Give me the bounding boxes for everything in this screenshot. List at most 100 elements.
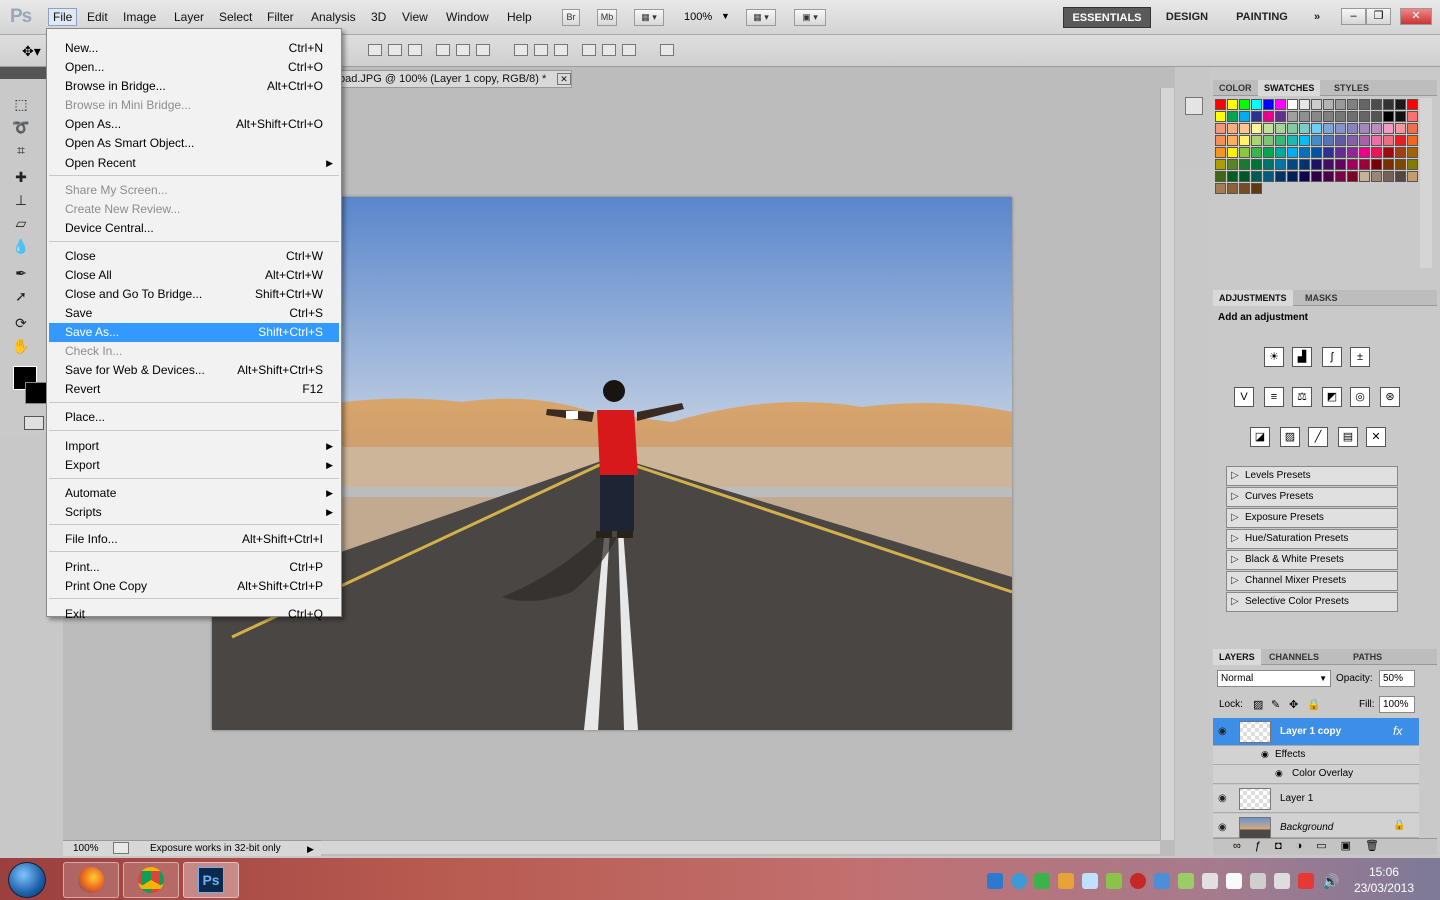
menu-image[interactable]: Image (119, 9, 160, 25)
close-window-button[interactable]: ✕ (1400, 8, 1432, 25)
workspace-essentials[interactable]: ESSENTIALS (1063, 7, 1151, 28)
color-swatch[interactable] (1335, 171, 1346, 182)
opacity-input[interactable]: 50% (1379, 670, 1415, 687)
tray-update-icon[interactable] (1106, 873, 1122, 889)
menu-layer[interactable]: Layer (170, 9, 208, 25)
posterize-icon[interactable]: ▨ (1280, 427, 1300, 447)
color-swatch[interactable] (1347, 171, 1358, 182)
color-swatch[interactable] (1407, 111, 1418, 122)
color-swatch[interactable] (1275, 147, 1286, 158)
color-swatch[interactable] (1251, 159, 1262, 170)
file-menu-item[interactable]: New... Ctrl+N (49, 39, 339, 58)
fill-input[interactable]: 100% (1379, 696, 1415, 713)
color-swatch[interactable] (1383, 159, 1394, 170)
photo-filter-icon[interactable]: ◎ (1350, 387, 1370, 407)
menu-file[interactable]: File (48, 8, 78, 26)
color-swatch[interactable] (1251, 171, 1262, 182)
color-swatch[interactable] (1215, 123, 1226, 134)
marquee-tool-icon[interactable]: ⬚ (11, 95, 31, 113)
selective-color-icon[interactable]: ✕ (1366, 427, 1386, 447)
color-swatch[interactable] (1371, 135, 1382, 146)
color-swatch[interactable] (1395, 123, 1406, 134)
color-swatch[interactable] (1215, 99, 1226, 110)
history-panel-icon[interactable] (1185, 97, 1203, 115)
color-swatch[interactable] (1287, 147, 1298, 158)
align-bottom-icon[interactable] (408, 44, 422, 56)
lock-paint-icon[interactable]: ✎ (1271, 698, 1280, 711)
color-swatch[interactable] (1275, 99, 1286, 110)
color-swatch[interactable] (1227, 147, 1238, 158)
levels-icon[interactable]: ▟ (1292, 347, 1312, 367)
color-swatch[interactable] (1323, 159, 1334, 170)
color-swatch[interactable] (1407, 123, 1418, 134)
color-swatch[interactable] (1335, 123, 1346, 134)
color-swatch[interactable] (1275, 135, 1286, 146)
black-white-icon[interactable]: ◩ (1322, 387, 1342, 407)
file-menu-item[interactable]: Device Central... (49, 219, 339, 238)
quick-mask-icon[interactable] (24, 416, 44, 430)
layer-effects-row[interactable]: ◉ Effects (1213, 746, 1419, 765)
tray-flag-icon[interactable] (1226, 873, 1242, 889)
blend-mode-select[interactable]: Normal ▼ (1217, 670, 1331, 687)
color-swatch[interactable] (1239, 99, 1250, 110)
color-swatch[interactable] (1263, 147, 1274, 158)
color-swatch[interactable] (1263, 159, 1274, 170)
bridge-button[interactable]: Br (562, 9, 580, 26)
status-menu-arrow-icon[interactable]: ▶ (307, 842, 314, 856)
file-menu-item[interactable]: Export ▶ (49, 456, 339, 475)
file-menu-item[interactable]: Import ▶ (49, 437, 339, 456)
file-menu-item[interactable]: Automate ▶ (49, 484, 339, 503)
color-swatch[interactable] (1239, 171, 1250, 182)
color-swatch[interactable] (1395, 171, 1406, 182)
color-swatch[interactable] (1227, 159, 1238, 170)
distribute-right-icon[interactable] (622, 44, 636, 56)
file-menu-item[interactable]: Close All Alt+Ctrl+W (49, 266, 339, 285)
tray-security-icon[interactable] (1130, 873, 1146, 889)
color-swatch[interactable] (1239, 183, 1250, 194)
align-left-icon[interactable] (436, 44, 450, 56)
layer-row-background[interactable]: ◉ Background 🔒 (1213, 814, 1419, 839)
auto-align-icon[interactable] (660, 44, 674, 56)
color-swatch[interactable] (1239, 111, 1250, 122)
menu-3d[interactable]: 3D (367, 9, 390, 25)
preset-hue-saturation[interactable]: ▷ Hue/Saturation Presets (1226, 529, 1398, 549)
move-tool-icon[interactable]: ✥▾ (22, 43, 41, 60)
toolbox-header[interactable] (0, 67, 50, 79)
file-menu-item[interactable]: Browse in Bridge... Alt+Ctrl+O (49, 77, 339, 96)
color-swatch[interactable] (1407, 159, 1418, 170)
file-menu-item[interactable]: Print... Ctrl+P (49, 558, 339, 577)
color-swatch[interactable] (1407, 135, 1418, 146)
file-menu-item[interactable]: Save As... Shift+Ctrl+S (49, 323, 339, 342)
preset-channel-mixer[interactable]: ▷ Channel Mixer Presets (1226, 571, 1398, 591)
chevron-down-icon[interactable]: ▼ (721, 11, 730, 21)
minimize-button[interactable]: – (1341, 8, 1366, 25)
color-swatch[interactable] (1263, 123, 1274, 134)
rotate-3d-tool-icon[interactable]: ⟳ (11, 314, 31, 332)
color-swatch[interactable] (1311, 111, 1322, 122)
color-swatch[interactable] (1239, 135, 1250, 146)
document-tab[interactable]: oad.JPG @ 100% (Layer 1 copy, RGB/8) * ✕ (330, 70, 572, 88)
color-swatch[interactable] (1251, 135, 1262, 146)
distribute-top-icon[interactable] (514, 44, 528, 56)
color-swatch[interactable] (1371, 171, 1382, 182)
distribute-hcenter-icon[interactable] (602, 44, 616, 56)
color-swatch[interactable] (1215, 135, 1226, 146)
gradient-map-icon[interactable]: ▤ (1338, 427, 1358, 447)
tab-channels[interactable]: CHANNELS (1263, 649, 1325, 665)
preset-levels[interactable]: ▷ Levels Presets (1226, 466, 1398, 486)
color-swatch[interactable] (1347, 99, 1358, 110)
color-swatch[interactable] (1311, 159, 1322, 170)
start-button[interactable] (8, 862, 46, 898)
color-swatch[interactable] (1227, 123, 1238, 134)
lock-all-icon[interactable]: 🔒 (1307, 698, 1321, 711)
preset-selective-color[interactable]: ▷ Selective Color Presets (1226, 592, 1398, 612)
eye-icon[interactable]: ◉ (1218, 822, 1227, 833)
eye-icon[interactable]: ◉ (1218, 793, 1227, 804)
color-swatch[interactable] (1299, 111, 1310, 122)
color-swatch[interactable] (1275, 159, 1286, 170)
color-swatch[interactable] (1359, 159, 1370, 170)
color-swatch[interactable] (1239, 123, 1250, 134)
color-swatch[interactable] (1299, 99, 1310, 110)
file-menu-item[interactable]: Revert F12 (49, 380, 339, 399)
color-swatch[interactable] (1359, 99, 1370, 110)
